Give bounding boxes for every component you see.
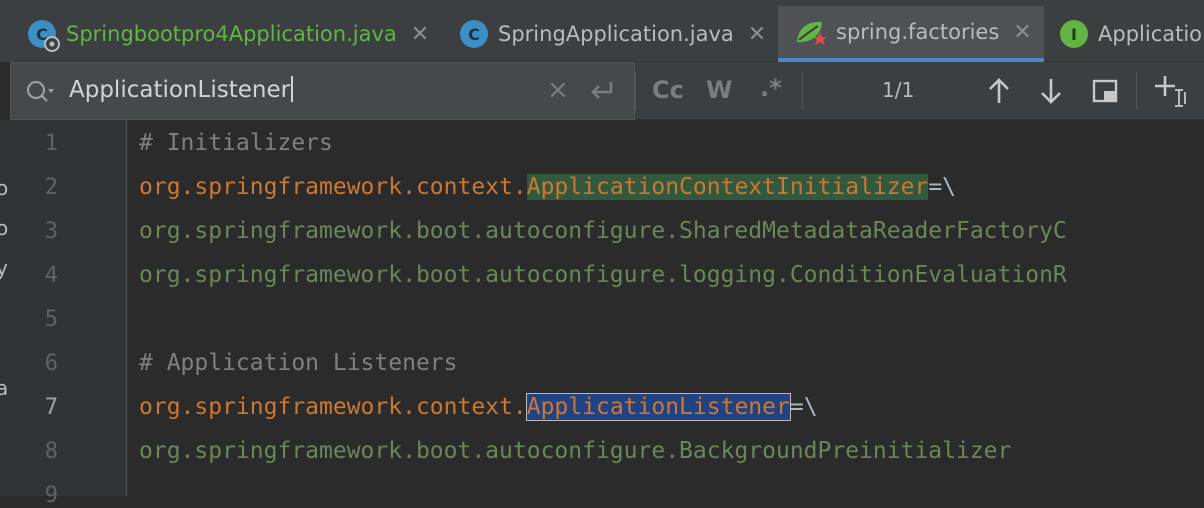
run-config-badge-icon (44, 36, 60, 52)
cut-off-text: a (0, 376, 9, 400)
tab-applicatio[interactable]: I Applicatio (1060, 6, 1202, 62)
line-number: 2 (44, 175, 58, 200)
close-icon[interactable]: ✕ (411, 22, 429, 47)
match-counter: 1/1 (882, 78, 915, 102)
tab-springbootpro4application[interactable]: C Springbootpro4Application.java ✕ (28, 6, 429, 62)
clear-search-icon[interactable]: × (547, 75, 569, 105)
find-bar: ApplicationListener × Cc W .* 1/1 (10, 62, 1204, 120)
close-icon[interactable]: ✕ (1013, 20, 1031, 45)
interface-icon: I (1060, 20, 1088, 48)
arrow-up-icon[interactable] (986, 76, 1012, 106)
regex-button[interactable]: .* (760, 74, 782, 102)
tab-spring-factories[interactable]: spring.factories ✕ (778, 6, 1044, 62)
words-button[interactable]: W (706, 76, 732, 104)
tab-label: SpringApplication.java (498, 22, 734, 46)
search-input[interactable]: ApplicationListener × (10, 62, 635, 120)
code-line-value: org.springframework.boot.autoconfigure.S… (139, 218, 1067, 244)
code-line-value: org.springframework.boot.autoconfigure.l… (139, 262, 1067, 288)
line-number: 5 (44, 307, 58, 332)
left-tool-strip: o o y a (0, 120, 10, 496)
left-strip-top (0, 0, 14, 62)
line-number: 4 (44, 263, 58, 288)
text-caret (291, 76, 294, 102)
line-number: 6 (44, 351, 58, 376)
code-editor[interactable]: # Initializers org.springframework.conte… (139, 120, 1204, 496)
editor-tab-bar: C Springbootpro4Application.java ✕ C Spr… (0, 0, 1204, 62)
divider (635, 72, 636, 110)
current-line-number: 7 (44, 395, 58, 420)
code-line-comment: # Initializers (139, 130, 333, 156)
spring-leaf-icon (797, 21, 827, 45)
cut-off-text: o (0, 216, 9, 240)
match-case-button[interactable]: Cc (652, 76, 684, 104)
search-query[interactable]: ApplicationListener (69, 76, 294, 103)
multiline-icon[interactable] (587, 79, 615, 105)
line-number-gutter[interactable]: 1 2 3 4 5 6 7 8 9 (10, 120, 127, 508)
spring-boot-class-icon: C (28, 20, 60, 52)
line-number: 3 (44, 219, 58, 244)
code-line-value: org.springframework.boot.autoconfigure.B… (139, 438, 1012, 464)
tab-label: Applicatio (1098, 22, 1203, 46)
code-line-key: org.springframework.context.ApplicationL… (139, 393, 818, 421)
line-number: 8 (44, 439, 58, 464)
divider (802, 72, 803, 110)
arrow-down-icon[interactable] (1038, 76, 1064, 106)
tab-label: spring.factories (836, 20, 1000, 44)
search-match-highlight: ApplicationContextInitializer (526, 174, 929, 200)
divider (1136, 72, 1137, 110)
class-icon: C (460, 20, 488, 48)
tab-label: Springbootpro4Application.java (66, 22, 397, 46)
tab-springapplication[interactable]: C SpringApplication.java ✕ (460, 6, 766, 62)
cut-off-text: o (0, 176, 9, 200)
code-line-key: org.springframework.context.ApplicationC… (139, 174, 957, 200)
line-number: 1 (44, 131, 58, 156)
code-line-comment: # Application Listeners (139, 350, 458, 376)
add-occurrence-icon[interactable] (1154, 74, 1190, 108)
cut-off-text: y (0, 256, 8, 280)
filter-selection-icon[interactable] (1092, 79, 1118, 103)
selected-search-match: ApplicationListener (525, 393, 791, 421)
close-icon[interactable]: ✕ (748, 22, 766, 47)
search-icon[interactable] (25, 77, 55, 107)
